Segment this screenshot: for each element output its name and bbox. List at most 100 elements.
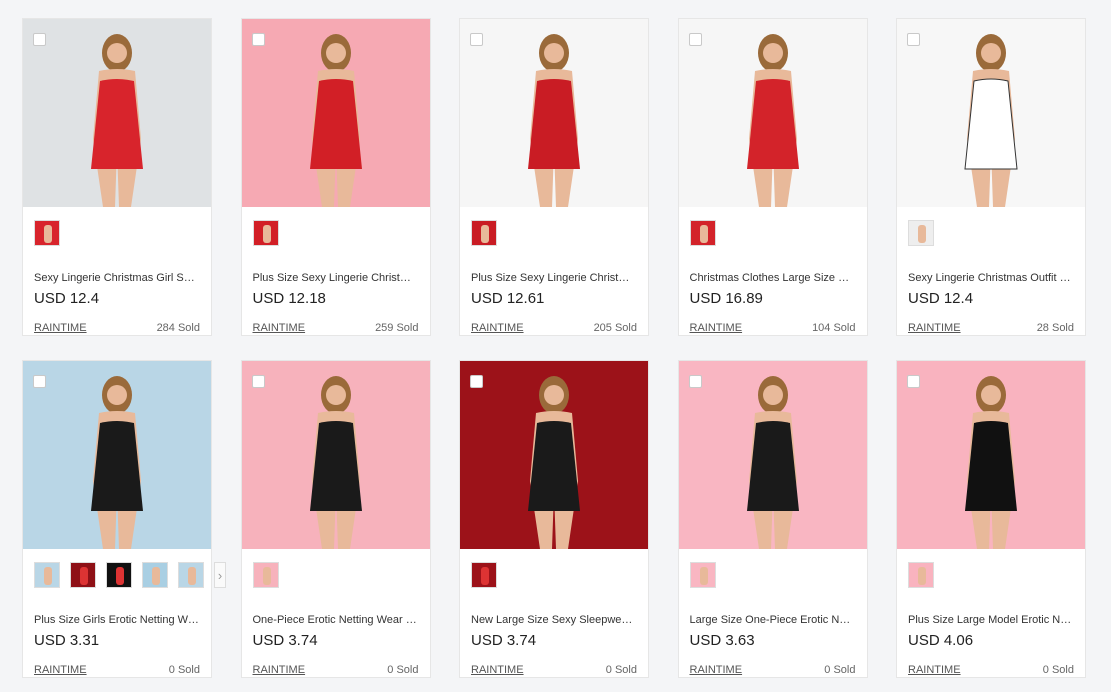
- store-link[interactable]: RAINTIME: [253, 322, 306, 334]
- product-image[interactable]: [460, 361, 648, 549]
- product-card[interactable]: New Large Size Sexy Sleepwear Netting USD…: [459, 360, 649, 678]
- variant-thumbnail[interactable]: [689, 562, 716, 588]
- variant-thumbnail[interactable]: [471, 220, 497, 246]
- product-grid: Sexy Lingerie Christmas Girl Short Skirt…: [22, 18, 1086, 678]
- variant-thumbnails: [908, 219, 934, 247]
- select-checkbox[interactable]: [470, 33, 483, 46]
- variant-thumbnail[interactable]: [178, 562, 204, 588]
- variant-thumbnails: ›: [34, 561, 226, 589]
- variant-thumbnail[interactable]: [689, 220, 716, 246]
- variant-thumbnail[interactable]: [471, 562, 497, 588]
- product-title[interactable]: One-Piece Erotic Netting Wear Bodystocki…: [253, 614, 419, 626]
- select-checkbox[interactable]: [251, 375, 265, 388]
- sold-count: 0 Sold: [168, 664, 200, 676]
- variant-thumbnail[interactable]: [106, 562, 132, 588]
- product-footer: RAINTIME 28 Sold: [908, 322, 1074, 334]
- product-title[interactable]: Large Size One-Piece Erotic Netting: [690, 614, 856, 626]
- store-link[interactable]: RAINTIME: [690, 322, 743, 334]
- product-image[interactable]: [460, 19, 648, 207]
- store-link[interactable]: RAINTIME: [690, 664, 743, 676]
- product-card[interactable]: Plus Size Sexy Lingerie Christmas Dress U…: [240, 18, 431, 336]
- product-footer: RAINTIME 259 Sold: [253, 322, 419, 334]
- variant-thumbnail[interactable]: [34, 562, 60, 588]
- sold-count: 0 Sold: [387, 664, 419, 676]
- product-price: USD 4.06: [908, 632, 974, 649]
- sold-count: 0 Sold: [824, 664, 856, 676]
- product-footer: RAINTIME 0 Sold: [34, 664, 200, 676]
- product-price: USD 16.89: [689, 290, 763, 307]
- select-checkbox[interactable]: [33, 375, 46, 388]
- sold-count: 284 Sold: [156, 322, 200, 334]
- product-footer: RAINTIME 205 Sold: [471, 322, 637, 334]
- product-card[interactable]: One-Piece Erotic Netting Wear Bodystocki…: [240, 360, 431, 678]
- product-footer: RAINTIME 0 Sold: [253, 664, 419, 676]
- sold-count: 205 Sold: [593, 322, 637, 334]
- variant-thumbnail[interactable]: [142, 562, 168, 588]
- store-link[interactable]: RAINTIME: [471, 322, 524, 334]
- product-card[interactable]: Christmas Clothes Large Size Sexy Dress U…: [677, 18, 868, 336]
- product-card[interactable]: Plus Size Large Model Erotic Netting Dre…: [896, 360, 1086, 678]
- product-image[interactable]: [241, 19, 430, 207]
- variant-thumbnail[interactable]: [252, 220, 279, 246]
- product-title[interactable]: New Large Size Sexy Sleepwear Netting: [471, 614, 637, 626]
- product-image[interactable]: [678, 19, 867, 207]
- store-link[interactable]: RAINTIME: [34, 322, 87, 334]
- sold-count: 0 Sold: [605, 664, 637, 676]
- select-checkbox[interactable]: [470, 375, 483, 388]
- product-image[interactable]: [678, 361, 867, 549]
- product-footer: RAINTIME 0 Sold: [471, 664, 637, 676]
- product-image[interactable]: [23, 19, 211, 207]
- sold-count: 0 Sold: [1042, 664, 1074, 676]
- select-checkbox[interactable]: [251, 33, 265, 46]
- variant-thumbnails: [689, 561, 716, 589]
- chevron-right-icon[interactable]: ›: [214, 562, 226, 588]
- variant-thumbnails: [471, 219, 497, 247]
- product-footer: RAINTIME 0 Sold: [908, 664, 1074, 676]
- product-card[interactable]: Sexy Lingerie Christmas Girl Short Skirt…: [22, 18, 212, 336]
- product-footer: RAINTIME 284 Sold: [34, 322, 200, 334]
- variant-thumbnails: [471, 561, 497, 589]
- product-price: USD 3.74: [252, 632, 318, 649]
- store-link[interactable]: RAINTIME: [471, 664, 524, 676]
- product-image[interactable]: [897, 361, 1085, 549]
- product-price: USD 3.74: [471, 632, 537, 649]
- variant-thumbnails: [252, 219, 279, 247]
- select-checkbox[interactable]: [907, 375, 920, 388]
- product-title[interactable]: Plus Size Large Model Erotic Netting Dre…: [908, 614, 1074, 626]
- product-card[interactable]: Plus Size Sexy Lingerie Christmas Costum…: [459, 18, 649, 336]
- product-title[interactable]: Sexy Lingerie Christmas Outfit plus size: [908, 272, 1074, 284]
- product-card[interactable]: Sexy Lingerie Christmas Outfit plus size…: [896, 18, 1086, 336]
- store-link[interactable]: RAINTIME: [34, 664, 87, 676]
- store-link[interactable]: RAINTIME: [253, 664, 306, 676]
- product-price: USD 3.31: [34, 632, 100, 649]
- variant-thumbnail[interactable]: [252, 562, 279, 588]
- product-card[interactable]: Large Size One-Piece Erotic Netting USD 3…: [677, 360, 868, 678]
- product-footer: RAINTIME 0 Sold: [690, 664, 856, 676]
- product-title[interactable]: Plus Size Sexy Lingerie Christmas Costum…: [471, 272, 637, 284]
- product-price: USD 12.4: [34, 290, 100, 307]
- select-checkbox[interactable]: [688, 375, 702, 388]
- variant-thumbnail[interactable]: [908, 562, 934, 588]
- product-title[interactable]: Plus Size Sexy Lingerie Christmas Dress: [253, 272, 419, 284]
- variant-thumbnail[interactable]: [70, 562, 96, 588]
- product-price: USD 12.4: [908, 290, 974, 307]
- select-checkbox[interactable]: [907, 33, 920, 46]
- sold-count: 259 Sold: [375, 322, 419, 334]
- variant-thumbnail[interactable]: [34, 220, 60, 246]
- product-price: USD 12.61: [471, 290, 545, 307]
- product-image[interactable]: [897, 19, 1085, 207]
- variant-thumbnails: [689, 219, 716, 247]
- product-title[interactable]: Sexy Lingerie Christmas Girl Short Skirt…: [34, 272, 200, 284]
- product-card[interactable]: › Plus Size Girls Erotic Netting Wear Bod…: [22, 360, 226, 678]
- select-checkbox[interactable]: [33, 33, 46, 46]
- variant-thumbnail[interactable]: [908, 220, 934, 246]
- sold-count: 104 Sold: [812, 322, 856, 334]
- product-title[interactable]: Plus Size Girls Erotic Netting Wear Body…: [34, 614, 200, 626]
- product-image[interactable]: [23, 361, 211, 549]
- product-image[interactable]: [241, 361, 430, 549]
- product-footer: RAINTIME 104 Sold: [690, 322, 856, 334]
- product-title[interactable]: Christmas Clothes Large Size Sexy Dress: [690, 272, 856, 284]
- store-link[interactable]: RAINTIME: [908, 322, 961, 334]
- store-link[interactable]: RAINTIME: [908, 664, 961, 676]
- select-checkbox[interactable]: [688, 33, 702, 46]
